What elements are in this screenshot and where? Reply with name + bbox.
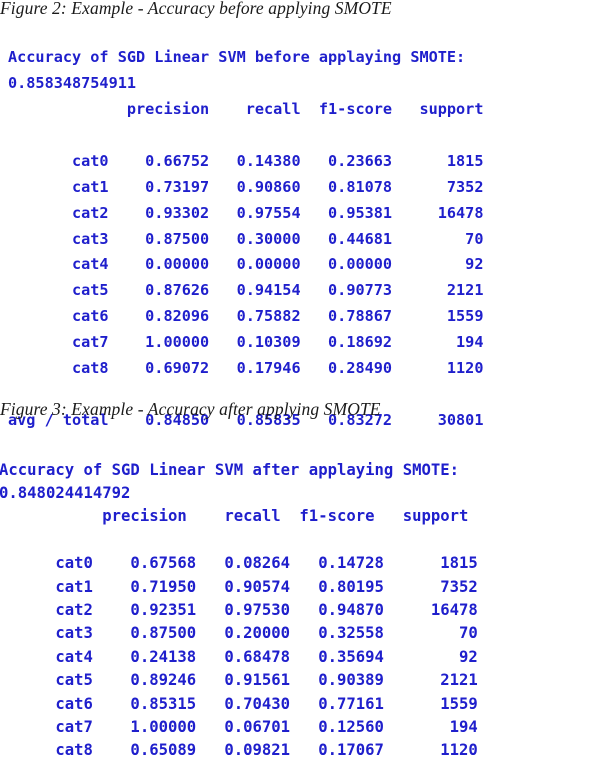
figure-2-classification-report: Accuracy of SGD Linear SVM before applay… [8,48,484,429]
figure-3-caption: Figure 3: Example - Accuracy after apply… [0,399,381,419]
figure-2-caption: Figure 2: Example - Accuracy before appl… [0,0,392,18]
figure-3-classification-report: Accuracy of SGD Linear SVM after applayi… [0,460,478,760]
